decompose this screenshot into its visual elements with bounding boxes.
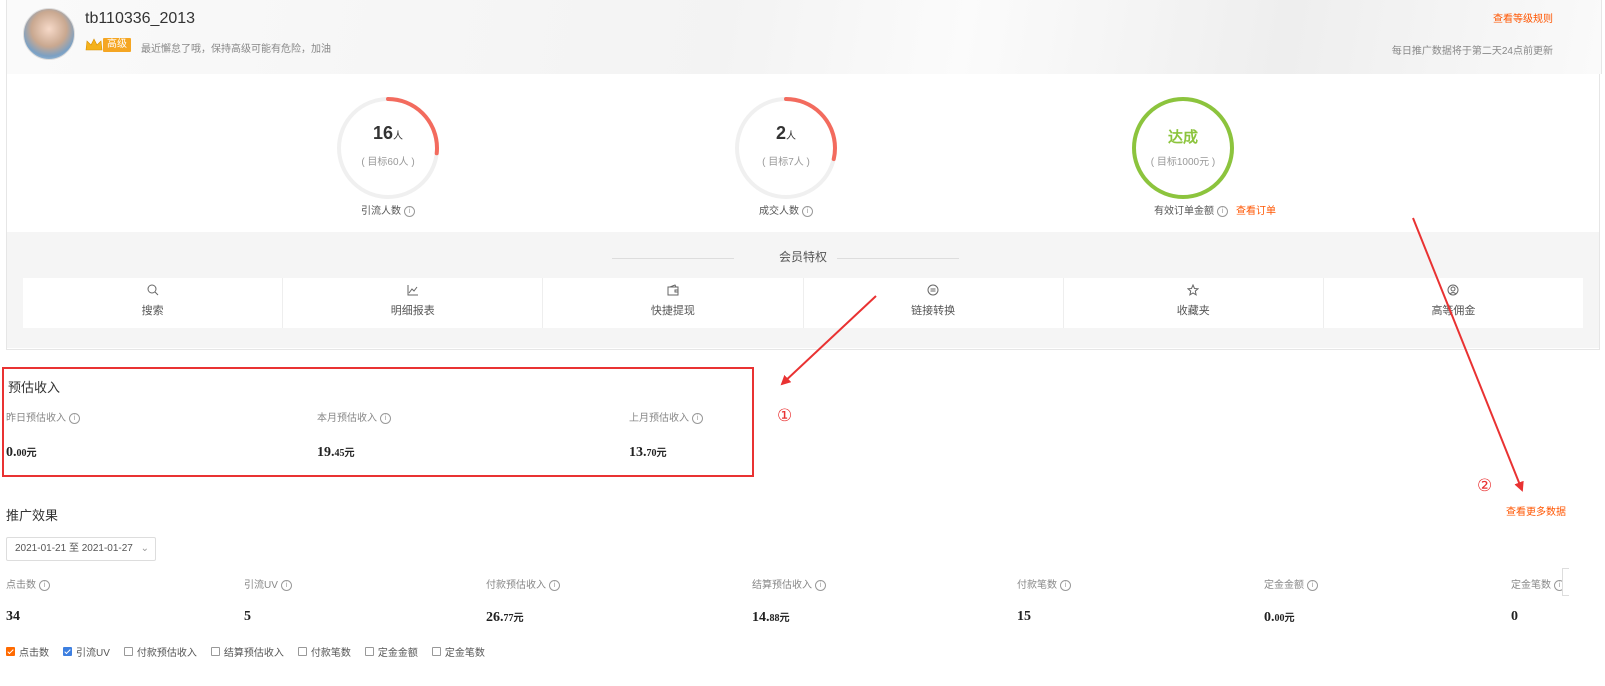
profile-header: tb110336_2013 高级 最近懈怠了哦，保持高级可能有危险，加油 查看等… [6,0,1602,74]
metric-toggle-list: 点击数 引流UV 付款预估收入 结算预估收入 付款笔数 定金金额 定金笔数 [6,644,499,659]
gauge-traffic: 16人 ( 目标60人 ) [333,93,443,203]
update-tip: 每日推广数据将于第二天24点前更新 [1391,46,1553,57]
info-icon[interactable]: i [39,579,50,591]
checkbox-paid-orders[interactable]: 付款笔数 [297,644,351,659]
info-icon[interactable]: i [1307,579,1318,591]
username: tb110336_2013 [85,10,196,27]
info-icon[interactable]: i [404,205,415,217]
gauge-target: ( 目标60人 ) [361,157,415,168]
income-last-month: 上月预估收入 i 13.70元 [629,409,869,461]
chart-icon [283,284,542,300]
date-range-picker[interactable]: 2021-01-21 至 2021-01-27 ⌄ [6,537,156,561]
income-title: 预估收入 [8,380,61,395]
info-icon[interactable]: i [549,579,560,591]
search-icon [23,284,282,300]
info-icon[interactable]: i [802,205,813,217]
info-icon[interactable]: i [380,412,391,424]
annotation-marker-2: ② [1477,476,1493,495]
gauge-ring [337,97,439,199]
checkbox-deposit-orders[interactable]: 定金笔数 [431,644,485,659]
info-icon[interactable]: i [1217,205,1228,217]
scroll-handle[interactable] [1562,568,1569,596]
level-tip: 最近懈怠了哦，保持高级可能有危险，加油 [141,44,331,55]
gauge-label-traffic: 引流人数 i [288,202,488,217]
privileges-title: 会员特权 [778,250,827,264]
metric-paid-orders: 付款笔数 i 15 [1017,576,1071,625]
info-icon[interactable]: i [280,579,292,591]
checkbox-uv[interactable]: 引流UV [63,644,110,659]
crown-icon [85,38,103,51]
info-icon[interactable]: i [1060,579,1071,591]
income-yesterday: 昨日预估收入 i 0.00元 [6,409,246,461]
annotation-marker-1: ① [777,406,793,425]
gauge-deals: 2人 ( 目标7人 ) [731,93,841,203]
gauge-ring [1132,97,1234,199]
member-privileges: 会员特权 搜索 明细报表 快捷提现 链接转换 收藏夹 高等佣金 [7,232,1599,348]
metric-paid-income: 付款预估收入 i 26.77元 [486,576,560,626]
gauge-label-deals: 成交人数 i [686,202,886,217]
avatar[interactable] [23,8,75,60]
gauge-target: ( 目标7人 ) [762,157,810,168]
chevron-down-icon: ⌄ [140,543,149,554]
metric-settled-income: 结算预估收入 i 14.88元 [752,576,826,626]
gauge-label-order-amount: 有效订单金额 i 查看订单 [1154,205,1276,217]
info-icon[interactable]: i [69,412,80,424]
estimated-income-box: 预估收入 昨日预估收入 i 0.00元 本月预估收入 i 19.45元 上月预估收入… [2,367,754,477]
privilege-link-convert[interactable]: 链接转换 [804,278,1064,328]
view-more-data-link[interactable]: 查看更多数据 [1506,503,1566,518]
income-this-month: 本月预估收入 i 19.45元 [317,409,557,461]
privilege-quick-withdraw[interactable]: 快捷提现 [543,278,804,328]
divider [837,258,959,259]
metric-clicks: 点击数 i 34 [6,576,50,625]
metric-uv: 引流UV i 5 [244,576,292,625]
view-orders-link[interactable]: 查看订单 [1236,206,1276,217]
gauge-value: 达成 [1167,129,1198,146]
gauge-ring [735,97,837,199]
privilege-favorites[interactable]: 收藏夹 [1064,278,1324,328]
checkbox-deposit-amount[interactable]: 定金金额 [364,644,418,659]
info-icon[interactable]: i [815,579,826,591]
stats-panel: 16人 ( 目标60人 ) 引流人数 i 2人 ( 目标7人 ) 成交人数 i 达成… [6,74,1600,350]
commission-icon [1324,284,1583,300]
privilege-high-commission[interactable]: 高等佣金 [1324,278,1583,328]
gauge-value: 16人 [372,123,404,143]
gauge-order-amount: 达成 ( 目标1000元 ) [1128,93,1238,203]
link-convert-icon [804,284,1063,300]
promotion-title: 推广效果 [6,508,59,523]
level-rules-link[interactable]: 查看等级规则 [1493,10,1553,25]
privilege-list: 搜索 明细报表 快捷提现 链接转换 收藏夹 高等佣金 [23,278,1583,328]
info-icon[interactable]: i [692,412,703,424]
checkbox-settled-income[interactable]: 结算预估收入 [210,644,284,659]
level-badge: 高级 [103,38,131,52]
star-icon [1064,283,1323,300]
metric-deposit-amount: 定金金额 i 0.00元 [1264,576,1318,626]
privilege-detail-report[interactable]: 明细报表 [283,278,544,328]
gauge-value: 2人 [775,123,796,143]
wallet-icon [543,284,802,300]
privilege-search[interactable]: 搜索 [23,278,284,328]
metric-deposit-orders: 定金笔数 i 0 [1511,576,1565,625]
checkbox-paid-income[interactable]: 付款预估收入 [123,644,197,659]
checkbox-clicks[interactable]: 点击数 [6,644,49,659]
gauge-target: ( 目标1000元 ) [1150,157,1216,168]
